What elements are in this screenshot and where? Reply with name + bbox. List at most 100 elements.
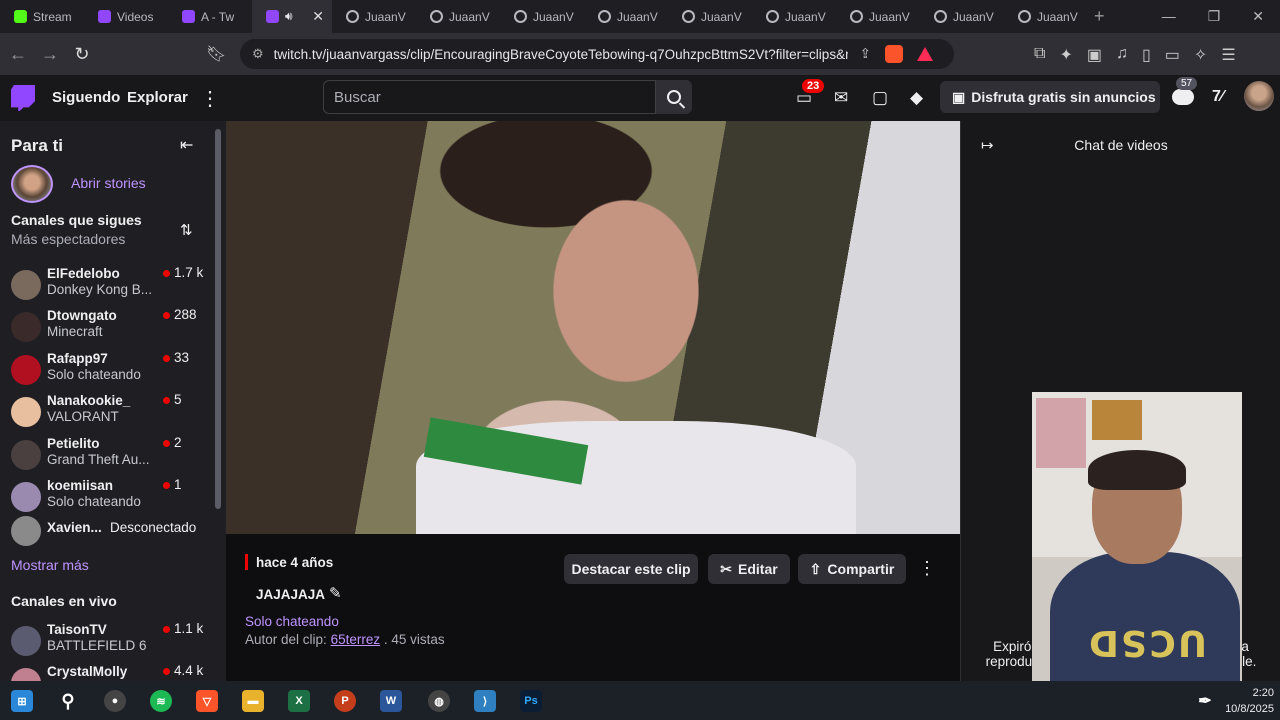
explore-link[interactable]: Explorar xyxy=(127,89,188,106)
browser-tab[interactable]: Videos xyxy=(84,0,168,33)
share-clip-button[interactable]: ⇧ Compartir xyxy=(798,554,906,584)
close-tab-icon[interactable]: ✕ xyxy=(312,8,324,25)
author-link[interactable]: 65terrez xyxy=(331,632,381,647)
user-avatar[interactable] xyxy=(1244,81,1274,111)
word-icon[interactable]: W xyxy=(380,690,402,712)
brave-rewards-icon[interactable] xyxy=(916,47,933,61)
leo-icon[interactable]: ✧ xyxy=(1194,45,1207,65)
sidebar-channel[interactable]: Xavien... Desconectado xyxy=(0,510,216,552)
spotify-icon[interactable]: ≋ xyxy=(150,690,172,712)
reload-icon[interactable]: ↻ xyxy=(68,44,96,65)
browser-tab[interactable]: JuaanV xyxy=(836,0,920,33)
bookmark-icon[interactable]: 🔖︎ xyxy=(206,44,226,64)
browser-tab[interactable]: JuaanV xyxy=(752,0,836,33)
speaker-icon[interactable]: 🔊︎ xyxy=(285,9,293,24)
powerpoint-icon[interactable]: P xyxy=(334,690,356,712)
sidebar-channel[interactable]: CrystalMolly 4.4 k xyxy=(0,662,216,681)
github-icon xyxy=(1018,10,1031,23)
url-bar[interactable]: ⚙ twitch.tv/juaanvargass/clip/Encouragin… xyxy=(240,39,954,69)
browser-tab[interactable]: JuaanV xyxy=(332,0,416,33)
clip-category-link[interactable]: Solo chateando xyxy=(245,614,339,629)
channel-avatar xyxy=(11,397,41,428)
show-more-link[interactable]: Mostrar más xyxy=(11,557,89,573)
clip-video-player[interactable] xyxy=(226,121,960,534)
github-icon xyxy=(682,10,695,23)
screenshot-icon[interactable]: ▣ xyxy=(1087,45,1102,65)
excel-icon[interactable]: X xyxy=(288,690,310,712)
minimize-icon[interactable]: — xyxy=(1162,8,1176,25)
brave-icon[interactable]: ▽ xyxy=(196,690,218,712)
search-button[interactable] xyxy=(656,80,692,114)
bits-icon[interactable]: 7⁄ xyxy=(1212,88,1224,106)
following-link[interactable]: Siguendo xyxy=(52,89,120,106)
sidebar-channel[interactable]: ElFedelobo Donkey Kong B... 1.7 k xyxy=(0,264,216,306)
forward-icon[interactable]: → xyxy=(36,44,64,65)
sidebar-toggle-icon[interactable]: ▯ xyxy=(1142,45,1151,65)
wallet-icon[interactable]: ▭ xyxy=(1165,45,1180,65)
tab-label: A - Tw xyxy=(201,9,235,24)
tab-label: Stream xyxy=(33,9,72,24)
sidebar-channel[interactable]: Rafapp97 Solo chateando 33 xyxy=(0,349,216,391)
sort-icon[interactable]: ⇅ xyxy=(180,221,193,239)
translate-icon[interactable]: ⧉ xyxy=(1034,45,1045,65)
brave-shields-icon[interactable] xyxy=(884,45,903,63)
ad-free-button[interactable]: ▣ Disfruta gratis sin anuncios xyxy=(940,81,1160,113)
channel-category: Minecraft xyxy=(47,324,103,340)
maximize-icon[interactable]: ❐ xyxy=(1208,8,1221,25)
edit-title-icon[interactable]: ✎ xyxy=(329,584,342,602)
taskbar-search-icon[interactable]: ⚲ xyxy=(57,690,79,712)
more-options-icon[interactable]: ⋮ xyxy=(200,86,220,111)
twitch-logo-icon[interactable] xyxy=(11,85,35,111)
pen-icon[interactable]: ✒ xyxy=(1194,690,1216,712)
github-desktop-icon[interactable]: ◍ xyxy=(428,690,450,712)
vscode-icon[interactable]: ⟩ xyxy=(474,690,496,712)
menu-icon[interactable]: ☰ xyxy=(1221,45,1235,65)
tab-label: Videos xyxy=(117,9,154,24)
photoshop-icon[interactable]: Ps xyxy=(520,690,542,712)
extensions-icon[interactable]: ✦ xyxy=(1059,45,1072,65)
stories-avatar[interactable] xyxy=(11,165,53,203)
share-icon[interactable]: ⇪ xyxy=(860,46,871,62)
whispers-icon[interactable]: ✉ xyxy=(834,88,848,108)
url-text[interactable]: twitch.tv/juaanvargass/clip/EncouragingB… xyxy=(274,47,848,62)
viewer-count: 33 xyxy=(174,349,190,365)
cloud-icon[interactable] xyxy=(1172,89,1194,105)
browser-tab[interactable]: A - Tw xyxy=(168,0,252,33)
file-explorer-icon[interactable]: ▬ xyxy=(242,690,264,712)
browser-tab[interactable]: JuaanV xyxy=(1004,0,1088,33)
sidebar-channel[interactable]: TaisonTV BATTLEFIELD 6 1.1 k xyxy=(0,620,216,662)
sidebar-channel[interactable]: Petielito Grand Theft Au... 2 xyxy=(0,434,216,476)
author-label: Autor del clip: xyxy=(245,632,327,647)
system-clock[interactable]: 2:20 10/8/2025 xyxy=(1222,685,1274,717)
chat-bubble-icon[interactable]: ▢ xyxy=(872,88,888,108)
edit-clip-button[interactable]: ✂ Editar xyxy=(708,554,790,584)
collapse-sidebar-icon[interactable]: ⇤ xyxy=(180,135,193,155)
browser-tab[interactable]: Stream xyxy=(0,0,84,33)
browser-tab[interactable]: JuaanV xyxy=(920,0,1004,33)
chat-expired-start: Expiró xyxy=(993,639,1032,654)
sidebar-channel[interactable]: Dtowngato Minecraft 288 xyxy=(0,306,216,348)
new-tab-button[interactable]: + xyxy=(1094,6,1105,27)
browser-tab[interactable]: 🔊︎ ✕ xyxy=(252,0,332,33)
obs-icon[interactable]: ● xyxy=(104,690,126,712)
drops-icon[interactable]: ◆ xyxy=(910,88,923,108)
windows-taskbar: ⊞ ⚲ ● ≋ ▽ ▬ X P W ◍ ⟩ Ps ✒ 2:20 10/8/202… xyxy=(0,681,1280,720)
browser-tab[interactable]: JuaanV xyxy=(584,0,668,33)
browser-tab[interactable]: JuaanV xyxy=(500,0,584,33)
viewer-count: 2 xyxy=(174,434,182,450)
close-window-icon[interactable]: ✕ xyxy=(1252,8,1264,25)
clip-more-icon[interactable]: ⋮ xyxy=(918,558,936,579)
back-icon[interactable]: ← xyxy=(4,44,32,65)
highlight-clip-button[interactable]: Destacar este clip xyxy=(564,554,698,584)
windows-start-icon[interactable]: ⊞ xyxy=(11,690,33,712)
browser-tab-strip: Stream Videos A - Tw 🔊︎ ✕ JuaanV JuaanV JuaanV J… xyxy=(0,0,1280,33)
browser-tab[interactable]: JuaanV xyxy=(668,0,752,33)
browser-tab[interactable]: JuaanV xyxy=(416,0,500,33)
sidebar-channel[interactable]: Nanakookie_ VALORANT 5 xyxy=(0,391,216,433)
viewer-count: 1.1 k xyxy=(174,621,204,636)
site-info-icon[interactable]: ⚙ xyxy=(252,46,264,62)
open-stories-link[interactable]: Abrir stories xyxy=(71,175,146,191)
channel-avatar xyxy=(11,626,41,656)
music-icon[interactable]: ♫ xyxy=(1116,45,1128,65)
search-input[interactable]: Buscar xyxy=(323,80,656,114)
